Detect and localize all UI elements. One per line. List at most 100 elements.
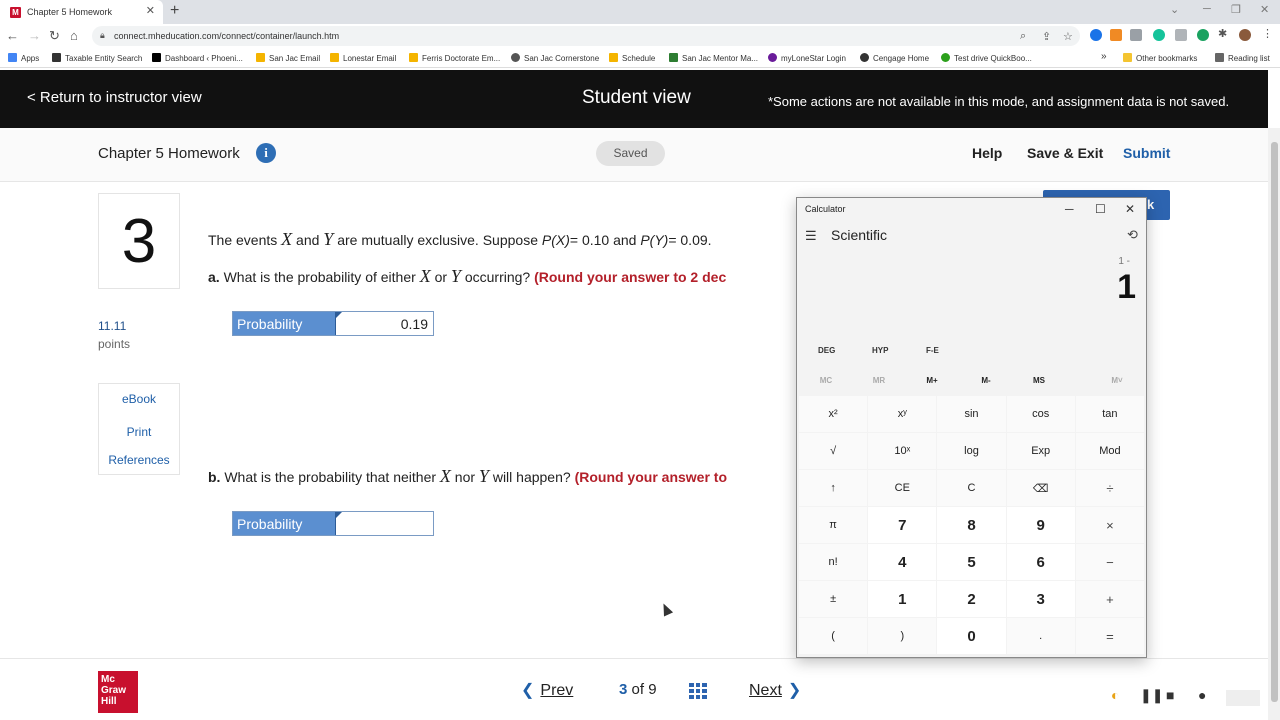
- calc-key-divide[interactable]: ÷: [1075, 470, 1144, 506]
- calc-key-cos[interactable]: cos: [1006, 396, 1075, 432]
- calc-key-close-paren[interactable]: ): [868, 618, 937, 654]
- question-grid-icon[interactable]: [689, 683, 707, 699]
- extension-icon[interactable]: [1090, 29, 1102, 41]
- part-b-answer-input[interactable]: [335, 512, 433, 535]
- info-icon[interactable]: i: [256, 143, 276, 163]
- fe-toggle[interactable]: F-E: [926, 346, 939, 355]
- calc-key-open-paren[interactable]: (: [799, 618, 868, 654]
- references-link[interactable]: References: [99, 453, 179, 467]
- extension-icon[interactable]: [1110, 29, 1122, 41]
- next-button[interactable]: Next ❯: [743, 680, 801, 700]
- part-a-answer-input[interactable]: 0.19: [335, 312, 433, 335]
- calc-key-log[interactable]: log: [937, 433, 1006, 469]
- save-exit-button[interactable]: Save & Exit: [1027, 145, 1103, 161]
- browser-tab[interactable]: M Chapter 5 Homework ✕: [0, 0, 163, 24]
- calc-key-sqrt[interactable]: √: [799, 433, 868, 469]
- mc-button[interactable]: MC: [806, 376, 846, 385]
- calc-key-eight[interactable]: 8: [937, 507, 1006, 543]
- calc-key-second[interactable]: ↑: [799, 470, 868, 506]
- grammarly-icon[interactable]: [1153, 29, 1165, 41]
- calc-key-square[interactable]: x²: [799, 396, 868, 432]
- calc-key-six[interactable]: 6: [1006, 544, 1075, 580]
- calc-key-multiply[interactable]: ×: [1075, 507, 1144, 543]
- bookmark-item[interactable]: myLoneStar Login: [768, 53, 846, 63]
- stop-icon[interactable]: ■: [1166, 687, 1174, 703]
- bookmark-item[interactable]: Schedule: [609, 53, 655, 63]
- bookmark-item[interactable]: San Jac Email: [256, 53, 320, 63]
- m-plus-button[interactable]: M+: [912, 376, 952, 385]
- reload-icon[interactable]: ↻: [49, 28, 60, 44]
- calc-key-mod[interactable]: Mod: [1075, 433, 1144, 469]
- kebab-menu-icon[interactable]: ⋮: [1262, 27, 1274, 40]
- m-minus-button[interactable]: M-: [966, 376, 1006, 385]
- calc-minimize-icon[interactable]: ─: [1065, 202, 1074, 216]
- recording-app-icon[interactable]: ◐: [1111, 687, 1119, 703]
- calc-key-exp[interactable]: Exp: [1006, 433, 1075, 469]
- calc-key-backspace[interactable]: ⌫: [1006, 470, 1075, 506]
- share-icon[interactable]: ⇪: [1042, 30, 1051, 43]
- bookmark-item[interactable]: Taxable Entity Search: [52, 53, 142, 63]
- hyp-toggle[interactable]: HYP: [872, 346, 888, 355]
- bookmark-star-icon[interactable]: ☆: [1063, 30, 1073, 43]
- home-icon[interactable]: ⌂: [70, 28, 78, 43]
- url-input[interactable]: 🔒︎ connect.mheducation.com/connect/conta…: [92, 26, 1080, 46]
- prev-button[interactable]: ❮ Prev: [521, 680, 579, 700]
- submit-button[interactable]: Submit: [1123, 145, 1170, 161]
- calc-key-factorial[interactable]: n!: [799, 544, 868, 580]
- bookmark-item[interactable]: Ferris Doctorate Em...: [409, 53, 500, 63]
- calc-key-two[interactable]: 2: [937, 581, 1006, 617]
- calc-maximize-icon[interactable]: ☐: [1095, 202, 1106, 216]
- restore-window-icon[interactable]: ❐: [1231, 3, 1241, 16]
- history-icon[interactable]: ⟲: [1127, 227, 1138, 243]
- new-tab-icon[interactable]: +: [170, 2, 179, 20]
- calc-key-zero[interactable]: 0: [937, 618, 1006, 654]
- ebook-link[interactable]: eBook: [99, 392, 179, 406]
- other-bookmarks[interactable]: Other bookmarks: [1123, 53, 1197, 63]
- calc-key-clear-entry[interactable]: CE: [868, 470, 937, 506]
- back-arrow-icon[interactable]: ←: [6, 28, 19, 43]
- calc-key-power[interactable]: xʸ: [868, 396, 937, 432]
- calc-key-negate[interactable]: ±: [799, 581, 868, 617]
- bookmark-item[interactable]: Test drive QuickBoo...: [941, 53, 1032, 63]
- microphone-icon[interactable]: ●: [1198, 687, 1206, 703]
- bookmark-item[interactable]: Lonestar Email: [330, 53, 396, 63]
- calc-key-five[interactable]: 5: [937, 544, 1006, 580]
- calc-key-ten-power[interactable]: 10ˣ: [868, 433, 937, 469]
- extension-icon[interactable]: [1197, 29, 1209, 41]
- puzzle-extensions-icon[interactable]: ✱: [1218, 27, 1230, 40]
- close-tab-icon[interactable]: ✕: [146, 4, 155, 17]
- page-scrollbar[interactable]: [1268, 128, 1280, 720]
- reading-list[interactable]: Reading list: [1215, 53, 1270, 63]
- calc-key-three[interactable]: 3: [1006, 581, 1075, 617]
- zoom-icon[interactable]: ⌕: [1020, 30, 1026, 43]
- extension-icon[interactable]: [1130, 29, 1142, 41]
- calc-key-seven[interactable]: 7: [868, 507, 937, 543]
- calc-key-plus[interactable]: +: [1075, 581, 1144, 617]
- calc-key-clear[interactable]: C: [937, 470, 1006, 506]
- calc-key-four[interactable]: 4: [868, 544, 937, 580]
- bookmark-item[interactable]: San Jac Cornerstone: [511, 53, 599, 63]
- chevron-down-icon[interactable]: ⌄: [1170, 3, 1179, 16]
- help-button[interactable]: Help: [972, 145, 1002, 161]
- calc-key-minus[interactable]: −: [1075, 544, 1144, 580]
- memory-list-button[interactable]: M˅: [1097, 376, 1137, 385]
- mr-button[interactable]: MR: [859, 376, 899, 385]
- calc-key-one[interactable]: 1: [868, 581, 937, 617]
- minimize-window-icon[interactable]: ─: [1203, 3, 1211, 15]
- close-window-icon[interactable]: ✕: [1260, 3, 1269, 16]
- forward-arrow-icon[interactable]: →: [28, 28, 41, 43]
- calc-key-pi[interactable]: π: [799, 507, 868, 543]
- hamburger-menu-icon[interactable]: ☰: [805, 228, 817, 244]
- bookmark-item[interactable]: San Jac Mentor Ma...: [669, 53, 758, 63]
- pause-icon[interactable]: ❚❚: [1140, 687, 1163, 704]
- return-to-instructor-link[interactable]: < Return to instructor view: [27, 89, 202, 106]
- calc-close-icon[interactable]: ✕: [1125, 202, 1135, 216]
- bookmarks-overflow-icon[interactable]: »: [1101, 51, 1107, 62]
- deg-toggle[interactable]: DEG: [818, 346, 835, 355]
- calc-key-tan[interactable]: tan: [1075, 396, 1144, 432]
- profile-avatar[interactable]: [1239, 29, 1251, 41]
- bookmark-item[interactable]: Apps: [8, 53, 39, 63]
- calc-key-equals[interactable]: =: [1075, 618, 1144, 654]
- bookmark-item[interactable]: Dashboard ‹ Phoeni...: [152, 53, 243, 63]
- print-link[interactable]: Print: [99, 425, 179, 439]
